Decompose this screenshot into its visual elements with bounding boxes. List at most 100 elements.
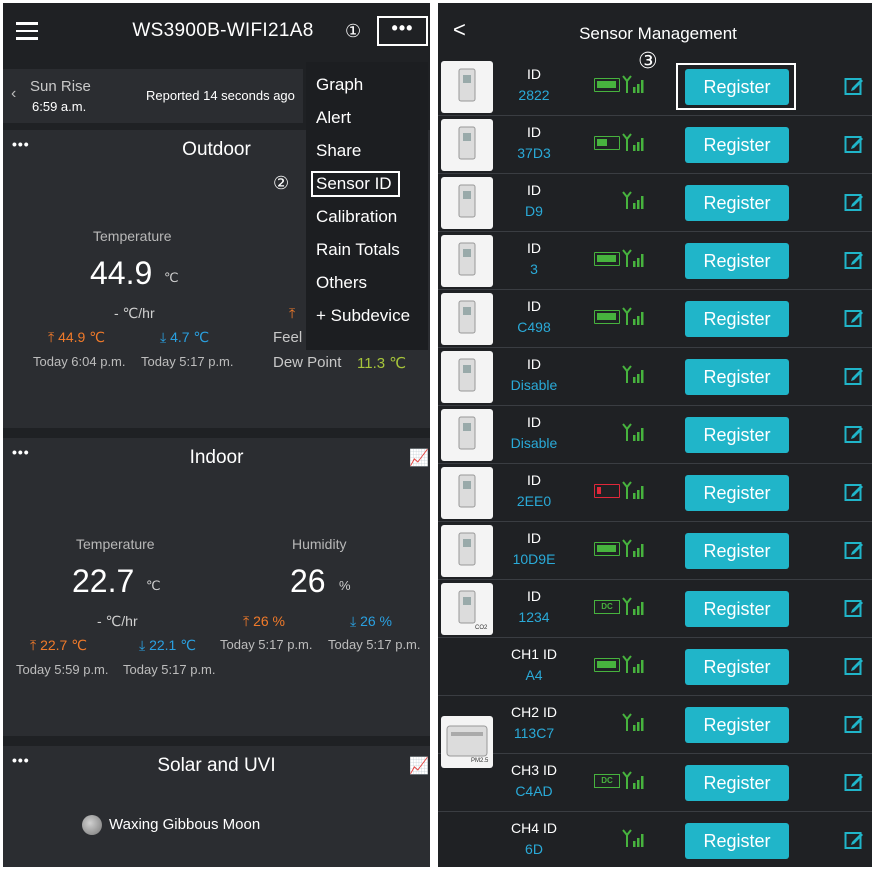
edit-icon[interactable] xyxy=(844,76,864,96)
edit-icon[interactable] xyxy=(844,482,864,502)
chevron-left-icon[interactable]: ‹ xyxy=(11,85,16,103)
battery-icon xyxy=(594,542,620,556)
signal-icon xyxy=(622,538,646,558)
edit-icon[interactable] xyxy=(844,656,864,676)
register-button[interactable]: Register xyxy=(685,301,789,337)
humidity-low-time: Today 5:17 p.m. xyxy=(328,637,421,652)
sensor-id-value: 10D9E xyxy=(512,551,556,567)
sensor-row: ID 3 Register xyxy=(438,232,872,290)
sensor-row: ID 37D3 Register xyxy=(438,116,872,174)
sensor-row: CH2 ID 113C7 Register xyxy=(438,696,872,754)
edit-icon[interactable] xyxy=(844,424,864,444)
feels-like-label: Feel xyxy=(273,329,303,346)
sensor-id-value: 2EE0 xyxy=(516,493,552,509)
hamburger-menu-icon[interactable] xyxy=(16,22,38,40)
menu-item-rain-totals[interactable]: Rain Totals xyxy=(316,240,400,260)
high-arrow-icon: ⤒ xyxy=(289,305,296,321)
sensor-id-value: C498 xyxy=(517,319,551,335)
menu-item-alert[interactable]: Alert xyxy=(316,108,351,128)
sensor-row: ID C498 Register xyxy=(438,290,872,348)
register-button[interactable]: Register xyxy=(685,185,789,221)
dc-power-icon: DC xyxy=(594,774,620,788)
register-button[interactable]: Register xyxy=(685,417,789,453)
sensor-thumbnail xyxy=(441,351,493,403)
register-button[interactable]: Register xyxy=(685,475,789,511)
edit-icon[interactable] xyxy=(844,134,864,154)
moon-phase-text: Waxing Gibbous Moon xyxy=(109,816,261,833)
indoor-card: ••• Indoor 📈 Temperature 22.7 ℃ - ℃/hr ⤒… xyxy=(3,438,430,736)
card-title: Indoor xyxy=(189,447,244,468)
edit-icon[interactable] xyxy=(844,714,864,734)
register-button[interactable]: Register xyxy=(685,127,789,163)
edit-icon[interactable] xyxy=(844,772,864,792)
menu-item-subdevice[interactable]: + Subdevice xyxy=(316,306,410,326)
low-time: Today 5:17 p.m. xyxy=(141,354,234,369)
sensor-id-value: 113C7 xyxy=(513,725,555,741)
register-button[interactable]: Register xyxy=(685,765,789,801)
menu-item-others[interactable]: Others xyxy=(316,273,367,293)
edit-icon[interactable] xyxy=(844,192,864,212)
dc-power-icon: DC xyxy=(594,600,620,614)
signal-icon xyxy=(622,828,646,848)
signal-icon xyxy=(622,306,646,326)
battery-icon xyxy=(594,658,620,672)
sensor-row: CH4 ID 6D Register xyxy=(438,812,872,867)
chart-icon[interactable]: 📈 xyxy=(409,448,429,468)
sensor-id-label: ID xyxy=(527,182,541,198)
signal-icon xyxy=(622,480,646,500)
edit-icon[interactable] xyxy=(844,366,864,386)
chart-icon[interactable]: 📈 xyxy=(409,756,429,776)
temperature-value: 22.7 xyxy=(72,563,135,599)
humidity-low: ⤓ 26 % xyxy=(350,613,392,629)
register-button[interactable]: Register xyxy=(685,823,789,859)
temperature-high-time: Today 5:59 p.m. xyxy=(16,662,109,677)
edit-icon[interactable] xyxy=(844,308,864,328)
register-button[interactable]: Register xyxy=(685,243,789,279)
register-button[interactable]: Register xyxy=(685,533,789,569)
temperature-high: ⤒ 44.9 ℃ xyxy=(48,329,105,345)
sensor-id-label: ID xyxy=(527,240,541,256)
temperature-low: ⤓ 22.1 ℃ xyxy=(139,637,196,653)
sensor-thumbnail xyxy=(441,293,493,345)
menu-item-sensor-id[interactable]: Sensor ID xyxy=(311,171,400,197)
signal-icon xyxy=(622,596,646,616)
top-bar: WS3900B-WIFI21A8 ① ••• xyxy=(3,3,430,63)
sensor-id-value: 2822 xyxy=(518,87,550,103)
sensor-id-value: C4AD xyxy=(515,783,553,799)
edit-icon[interactable] xyxy=(844,830,864,850)
sunrise-bar[interactable]: ‹ Sun Rise 6:59 a.m. Reported 14 seconds… xyxy=(3,69,303,123)
signal-icon xyxy=(622,132,646,152)
sensor-id-value: 3 xyxy=(530,261,538,277)
sensor-management-panel: < Sensor Management ID 2822 Register ID 37D3… xyxy=(438,3,872,867)
pm25-label: PM2.5 xyxy=(471,758,489,764)
menu-item-share[interactable]: Share xyxy=(316,141,361,161)
register-button[interactable]: Register xyxy=(685,591,789,627)
battery-icon xyxy=(594,252,620,266)
menu-item-calibration[interactable]: Calibration xyxy=(316,207,397,227)
back-chevron-icon[interactable]: < xyxy=(453,17,466,43)
edit-icon[interactable] xyxy=(844,250,864,270)
sensor-id-label: CH3 ID xyxy=(511,762,557,778)
sensor-id-label: ID xyxy=(527,298,541,314)
edit-icon[interactable] xyxy=(844,540,864,560)
high-time: Today 6:04 p.m. xyxy=(33,354,126,369)
callout-3: ③ xyxy=(638,48,658,73)
sunrise-label: Sun Rise xyxy=(30,78,91,95)
register-button[interactable]: Register xyxy=(685,359,789,395)
dew-point-label: Dew Point xyxy=(273,354,342,371)
temperature-value: 44.9 xyxy=(90,255,153,291)
co2-label: CO2 xyxy=(475,625,488,631)
battery-icon xyxy=(594,136,620,150)
register-button[interactable]: Register xyxy=(685,649,789,685)
more-options-button[interactable]: ••• xyxy=(377,16,428,46)
signal-icon xyxy=(622,712,646,732)
menu-item-graph[interactable]: Graph xyxy=(316,75,363,95)
signal-icon xyxy=(622,770,646,790)
sensor-id-label: ID xyxy=(527,66,541,82)
sensor-id-label: ID xyxy=(527,530,541,546)
edit-icon[interactable] xyxy=(844,598,864,618)
register-button[interactable]: Register xyxy=(685,707,789,743)
temperature-low-time: Today 5:17 p.m. xyxy=(123,662,216,677)
temperature-unit: ℃ xyxy=(146,578,161,593)
sensor-id-label: ID xyxy=(527,124,541,140)
